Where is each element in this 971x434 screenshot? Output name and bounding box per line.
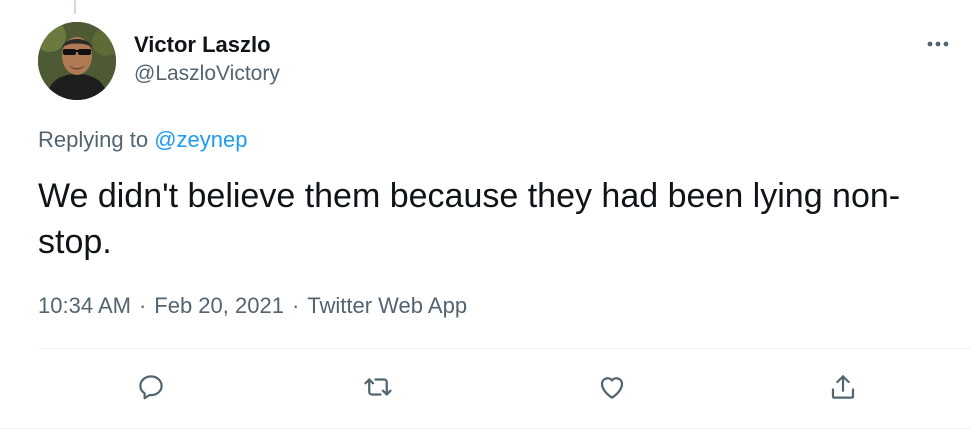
tweet-card: Victor Laszlo @LaszloVictory Replying to… bbox=[0, 0, 971, 434]
heart-icon bbox=[600, 377, 624, 399]
share-icon bbox=[831, 375, 855, 399]
tweet-time[interactable]: 10:34 AM bbox=[38, 293, 131, 318]
action-bar bbox=[0, 365, 971, 411]
meta-separator: · bbox=[138, 293, 147, 318]
more-options-button[interactable] bbox=[924, 30, 952, 58]
tweet-date[interactable]: Feb 20, 2021 bbox=[154, 293, 284, 318]
replying-to-mention[interactable]: @zeynep bbox=[154, 127, 247, 152]
divider bbox=[38, 348, 971, 349]
more-horizontal-icon bbox=[927, 41, 949, 47]
avatar-photo bbox=[38, 22, 116, 100]
tweet-source[interactable]: Twitter Web App bbox=[307, 293, 467, 318]
retweet-icon bbox=[364, 378, 392, 396]
meta-separator: · bbox=[291, 293, 300, 318]
reply-icon bbox=[139, 375, 163, 400]
share-button[interactable] bbox=[825, 369, 861, 405]
reply-button[interactable] bbox=[133, 369, 169, 405]
tweet-metadata: 10:34 AM · Feb 20, 2021 · Twitter Web App bbox=[38, 293, 467, 319]
replying-to-label: Replying to bbox=[38, 127, 149, 152]
avatar[interactable] bbox=[38, 22, 116, 100]
tweet-text: We didn't believe them because they had … bbox=[38, 177, 901, 261]
like-button[interactable] bbox=[594, 369, 630, 405]
retweet-button[interactable] bbox=[360, 369, 396, 405]
author-handle[interactable]: @LaszloVictory bbox=[134, 62, 280, 86]
bottom-divider bbox=[0, 428, 971, 429]
author-name[interactable]: Victor Laszlo bbox=[134, 32, 271, 58]
replying-to-line: Replying to @zeynep bbox=[38, 127, 247, 153]
